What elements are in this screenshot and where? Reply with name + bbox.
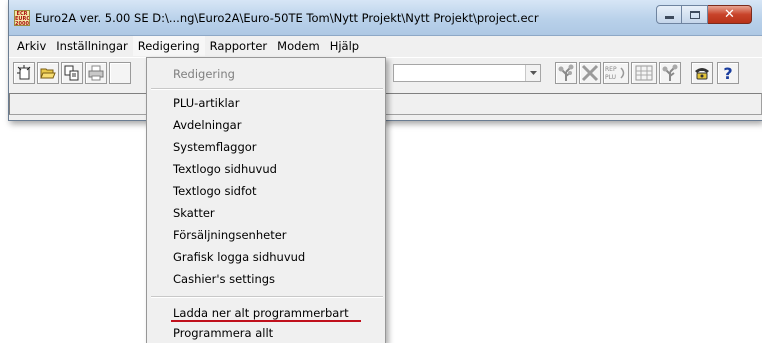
combo-dropdown-arrow[interactable] [525, 65, 540, 81]
menu-item-textlogo-sidfot[interactable]: Textlogo sidfot [150, 181, 384, 202]
menu-item-skatter[interactable]: Skatter [150, 203, 384, 224]
menu-item-systemflaggor[interactable]: Systemflaggor [150, 137, 384, 158]
menu-separator-2 [151, 296, 383, 298]
rep-plu-button[interactable]: REP PLU [603, 62, 629, 84]
help-button[interactable]: ? [717, 62, 739, 84]
dropdown-header: Redigering [173, 67, 235, 81]
menu-item-plu-artiklar[interactable]: PLU-artiklar [150, 93, 384, 114]
menu-installningar[interactable]: Inställningar [51, 36, 132, 56]
new-button[interactable] [13, 62, 35, 84]
menu-redigering[interactable]: Redigering [132, 36, 205, 56]
tree-button-2[interactable] [659, 62, 681, 84]
app-logo-icon: ECR EURO 2000 [14, 10, 30, 26]
maximize-icon [689, 10, 700, 19]
menu-arkiv[interactable]: Arkiv [12, 36, 51, 56]
close-button[interactable]: ✕ [708, 5, 752, 24]
phone-icon [695, 68, 709, 80]
menu-item-grafisk-logga-sidhuvud[interactable]: Grafisk logga sidhuvud [150, 247, 384, 268]
help-icon: ? [723, 63, 733, 83]
copy-button[interactable] [61, 62, 83, 84]
rep-label: REP [605, 66, 617, 73]
new-icon [17, 65, 31, 80]
chevron-down-icon [529, 71, 537, 75]
highlight-underline [171, 320, 361, 322]
print-button[interactable] [85, 62, 107, 84]
menu-bar: Arkiv Inställningar Redigering Rapporter… [9, 36, 762, 56]
minimize-icon [664, 16, 674, 19]
open-folder-icon [40, 68, 56, 79]
phone-button[interactable] [691, 62, 713, 84]
toolbar-combo[interactable] [393, 64, 541, 82]
rep-plu-icon: REP PLU [605, 66, 625, 81]
close-icon: ✕ [724, 7, 735, 22]
menu-item-avdelningar[interactable]: Avdelningar [150, 115, 384, 136]
title-bar[interactable]: ECR EURO 2000 Euro2A ver. 5.00 SE D:\...… [9, 0, 762, 36]
tree-icon-2 [662, 64, 678, 81]
menu-item-programmera-allt[interactable]: Programmera allt [150, 323, 384, 343]
menu-item-cashiers-settings[interactable]: Cashier's settings [150, 269, 384, 290]
redigering-dropdown-menu: Redigering PLU-artiklar Avdelningar Syst… [146, 57, 386, 343]
tree-icon [558, 64, 574, 81]
grid-icon [635, 65, 653, 81]
open-button[interactable] [37, 62, 59, 84]
menu-item-textlogo-sidhuvud[interactable]: Textlogo sidhuvud [150, 159, 384, 180]
tree-button[interactable] [555, 62, 577, 84]
window-title: Euro2A ver. 5.00 SE D:\...ng\Euro2A\Euro… [35, 11, 539, 25]
toolbar-button-5[interactable] [109, 62, 131, 84]
minimize-button[interactable] [656, 5, 682, 24]
grid-button[interactable] [631, 62, 657, 84]
cross-button[interactable] [579, 62, 601, 84]
menu-separator [151, 88, 383, 90]
caption-buttons: ✕ [656, 5, 752, 25]
menu-rapporter[interactable]: Rapporter [205, 36, 272, 56]
print-icon [88, 65, 104, 81]
copy-icon [64, 65, 79, 81]
menu-hjalp[interactable]: Hjälp [325, 36, 364, 56]
plu-label: PLU [605, 74, 616, 81]
menu-item-forsaljningsenheter[interactable]: Försäljningsenheter [150, 225, 384, 246]
menu-modem[interactable]: Modem [272, 36, 325, 56]
maximize-button[interactable] [682, 5, 708, 24]
cross-icon [581, 64, 599, 82]
